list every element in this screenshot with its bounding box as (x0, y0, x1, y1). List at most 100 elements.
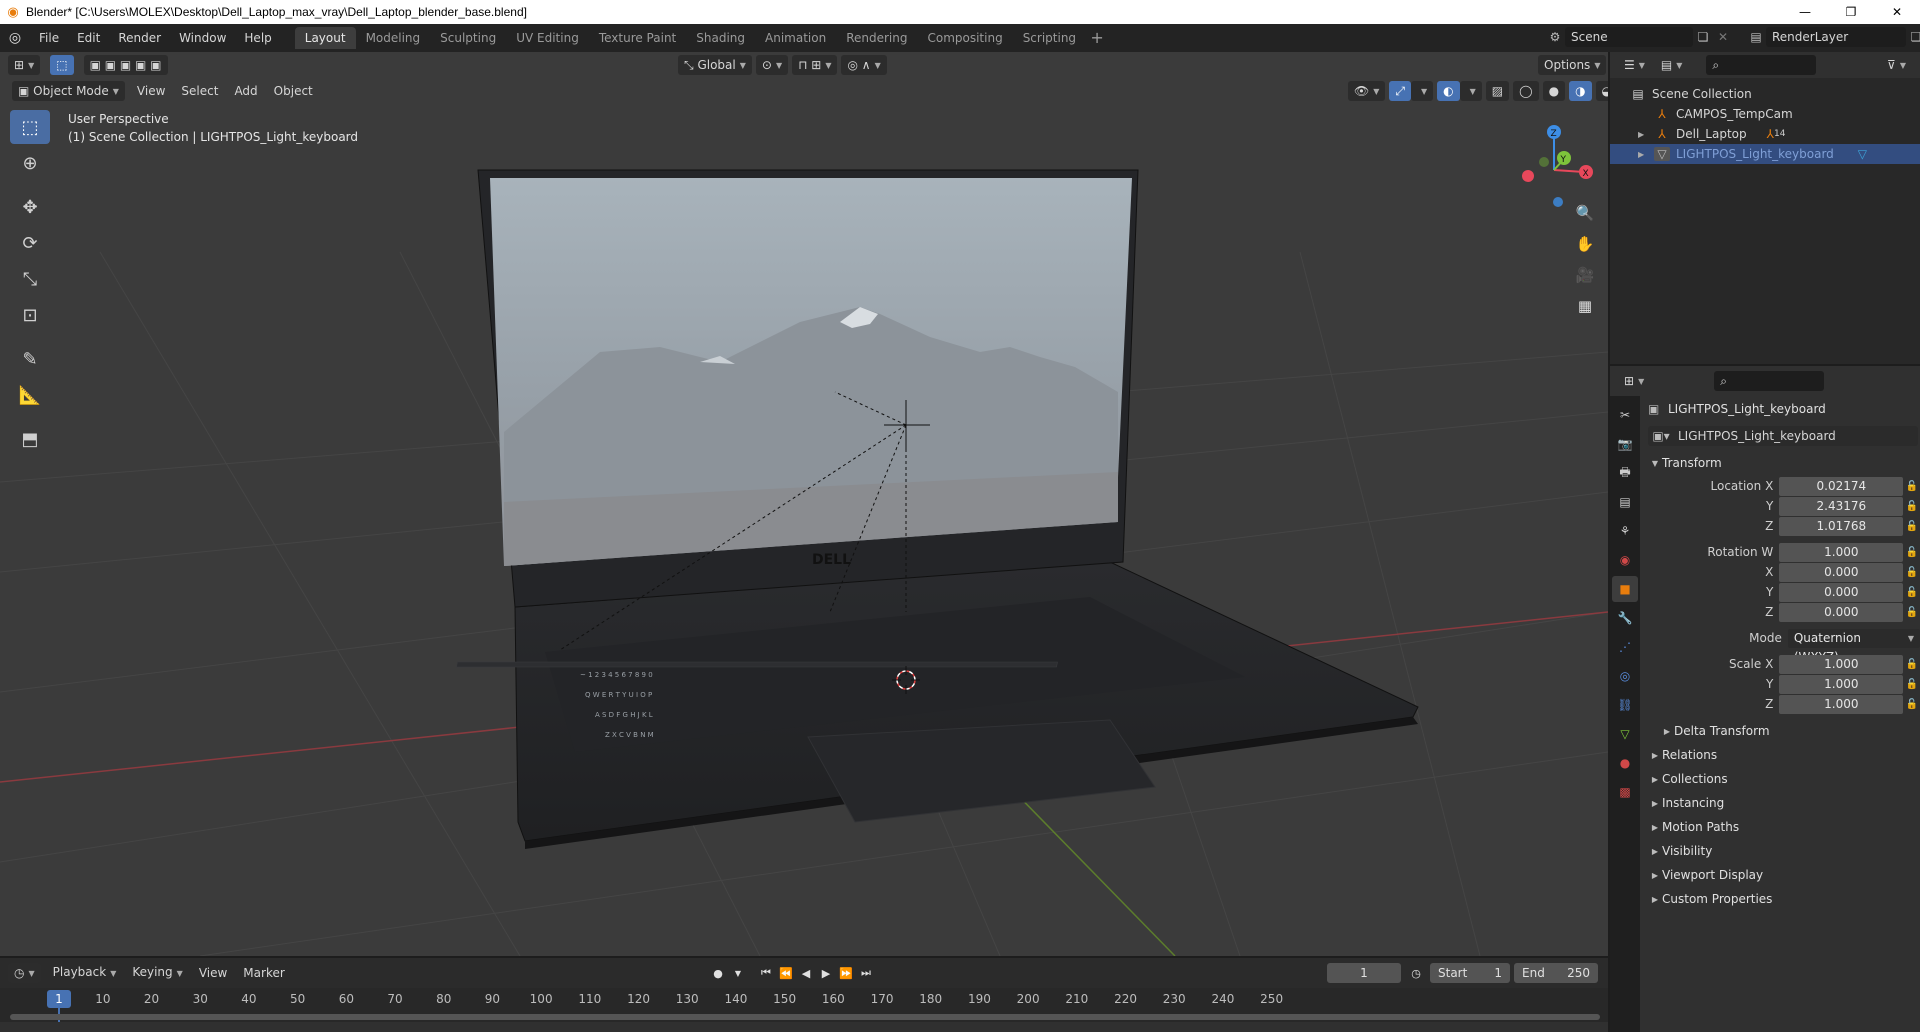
annotate-tool-icon[interactable]: ✎ (10, 342, 50, 376)
timeline-scrollbar[interactable] (10, 1014, 1600, 1020)
proportional-editing-icon[interactable]: ◎ ∧ ▼ (841, 55, 887, 75)
camera-view-icon[interactable]: 🎥 (1572, 262, 1598, 288)
outliner-editor-icon[interactable]: ☰ ▼ (1618, 55, 1651, 75)
filter-icon[interactable]: ⊽ ▼ (1881, 55, 1912, 75)
select-box-icon[interactable]: ⬚ (10, 110, 50, 144)
overlay-toggle-icon[interactable]: ◐ (1437, 81, 1460, 101)
restore-icon[interactable]: ❐ (1828, 0, 1874, 24)
view-layer-icon[interactable]: ▤ (1746, 27, 1766, 47)
relations-panel-header[interactable]: ▶ Relations (1640, 744, 1920, 766)
record-options-icon[interactable]: ▼ (728, 963, 748, 983)
tab-shading[interactable]: Shading (686, 27, 755, 49)
lock-icon[interactable]: 🔓 (1903, 547, 1920, 558)
close-icon[interactable]: ✕ (1874, 0, 1920, 24)
modifier-tab-icon[interactable]: 🔧 (1612, 605, 1638, 631)
collections-panel-header[interactable]: ▶ Collections (1640, 768, 1920, 790)
rotation-z-field[interactable]: 0.000 (1779, 602, 1904, 622)
render-tab-icon[interactable]: 📷 (1612, 431, 1638, 457)
material-shading-icon[interactable]: ◑ (1569, 81, 1592, 101)
lock-icon[interactable]: 🔓 (1903, 567, 1920, 578)
menu-window[interactable]: Window (170, 27, 235, 49)
rendered-shading-icon[interactable]: ◒▼ (1595, 81, 1608, 101)
properties-search-input[interactable]: ⌕ (1714, 371, 1825, 391)
instancing-panel-header[interactable]: ▶ Instancing (1640, 792, 1920, 814)
object-tab-icon[interactable]: ■ (1612, 576, 1638, 602)
rotation-w-field[interactable]: 1.000 (1779, 542, 1904, 562)
rotation-x-field[interactable]: 0.000 (1779, 562, 1904, 582)
tab-scripting[interactable]: Scripting (1013, 27, 1086, 49)
timeline-menu-view[interactable]: View (191, 963, 235, 983)
location-x-field[interactable]: 0.02174 (1779, 476, 1904, 496)
select-mode-icons[interactable]: ▣ ▣ ▣ ▣ ▣ (83, 55, 168, 75)
material-tab-icon[interactable]: ● (1612, 750, 1638, 776)
particles-tab-icon[interactable]: ⋰ (1612, 634, 1638, 660)
lock-icon[interactable]: 🔓 (1903, 587, 1920, 598)
rotate-tool-icon[interactable]: ⟳ (10, 226, 50, 260)
menu-file[interactable]: File (30, 27, 68, 49)
timeline-editor-icon[interactable]: ◷ ▼ (8, 963, 41, 983)
texture-tab-icon[interactable]: ▩ (1612, 779, 1638, 805)
remove-scene-icon[interactable]: ✕ (1713, 27, 1733, 47)
lock-icon[interactable]: 🔓 (1903, 607, 1920, 618)
tab-sculpting[interactable]: Sculpting (430, 27, 506, 49)
pivot-point-icon[interactable]: ⊙ ▼ (755, 55, 789, 75)
solid-shading-icon[interactable]: ● (1542, 81, 1566, 101)
lock-icon[interactable]: 🔓 (1903, 481, 1920, 492)
tool-tab-icon[interactable]: ✂ (1612, 402, 1638, 428)
output-tab-icon[interactable]: 🖶 (1612, 460, 1638, 486)
timeline-menu-keying[interactable]: Keying ▼ (124, 962, 190, 984)
expand-arrow-icon[interactable]: ▶ (1638, 130, 1654, 139)
menu-help[interactable]: Help (235, 27, 280, 49)
tab-animation[interactable]: Animation (755, 27, 836, 49)
mode-dropdown[interactable]: ▣ Object Mode ▼ (12, 81, 125, 101)
visibility-icon[interactable]: 👁 ▼ (1348, 81, 1386, 101)
start-frame-field[interactable]: Start 1 (1430, 963, 1510, 983)
properties-editor[interactable]: ⊞ ▼ ⌕ ✂ 📷 🖶 ▤ ⚘ ◉ ■ 🔧 ⋰ ◎ ⛓ ▽ ● ▩ ▣ LIGHT… (1610, 366, 1920, 1032)
location-y-field[interactable]: 2.43176 (1779, 496, 1904, 516)
tab-layout[interactable]: Layout (294, 27, 356, 49)
gizmo-dropdown-icon[interactable]: ▼ (1411, 81, 1434, 101)
lock-icon[interactable]: 🔓 (1903, 659, 1920, 670)
rotation-y-field[interactable]: 0.000 (1779, 582, 1904, 602)
tab-compositing[interactable]: Compositing (917, 27, 1012, 49)
timeline[interactable]: ◷ ▼ Playback ▼ Keying ▼ View Marker ● ▼ ⏮ ⏪… (0, 958, 1608, 1032)
view-layer-field[interactable]: RenderLayer (1766, 27, 1906, 47)
lock-icon[interactable]: 🔓 (1903, 699, 1920, 710)
overlay-dropdown-icon[interactable]: ▼ (1459, 81, 1482, 101)
viewport-menu-select[interactable]: Select (173, 81, 226, 101)
viewport-menu-view[interactable]: View (129, 81, 173, 101)
current-frame-field[interactable]: 1 (1327, 963, 1401, 983)
xray-icon[interactable]: ▨ (1485, 81, 1510, 101)
timeline-ruler[interactable]: 1 10 20 30 40 50 60 70 80 90 100 110 120 130 140 150 16… (0, 988, 1608, 1022)
custom-properties-panel-header[interactable]: ▶ Custom Properties (1640, 888, 1920, 910)
rotation-mode-dropdown[interactable]: Quaternion (WXYZ) ▼ (1787, 628, 1920, 664)
tab-rendering[interactable]: Rendering (836, 27, 917, 49)
transform-tool-icon[interactable]: ⊡ (10, 298, 50, 332)
motion-paths-panel-header[interactable]: ▶ Motion Paths (1640, 816, 1920, 838)
end-frame-field[interactable]: End 250 (1514, 963, 1598, 983)
outliner-row-lightpos[interactable]: ▶ ▽ LIGHTPOS_Light_keyboard ▽ (1610, 144, 1920, 164)
location-z-field[interactable]: 1.01768 (1779, 516, 1904, 536)
wireframe-shading-icon[interactable]: ◯ (1513, 81, 1539, 101)
tab-modeling[interactable]: Modeling (356, 27, 431, 49)
data-tab-icon[interactable]: ▽ (1612, 721, 1638, 747)
lock-icon[interactable]: 🔓 (1903, 521, 1920, 532)
transform-panel-header[interactable]: ▼ Transform (1640, 452, 1920, 474)
record-icon[interactable]: ● (708, 963, 728, 983)
scale-x-field[interactable]: 1.000 (1779, 654, 1904, 674)
menu-edit[interactable]: Edit (68, 27, 109, 49)
add-cube-tool-icon[interactable]: ⬒ (10, 422, 50, 456)
outliner-row-scene-collection[interactable]: ▤ Scene Collection (1610, 84, 1920, 104)
object-type-dropdown-icon[interactable]: ▣▾ (1648, 429, 1674, 443)
delta-transform-header[interactable]: ▶ Delta Transform (1640, 720, 1920, 742)
outliner[interactable]: ☰ ▼ ▤ ▼ ⌕ ⊽ ▼ ▤ Scene Collection ⅄ CAMPOS_T… (1610, 52, 1920, 364)
playhead[interactable]: 1 (47, 990, 71, 1008)
scene-tab-icon[interactable]: ⚘ (1612, 518, 1638, 544)
jump-end-icon[interactable]: ⏭ (856, 963, 876, 983)
timeline-menu-marker[interactable]: Marker (235, 963, 292, 983)
options-dropdown[interactable]: Options ▼ (1538, 55, 1607, 75)
new-view-layer-icon[interactable]: ❏ (1906, 27, 1920, 47)
prev-keyframe-icon[interactable]: ⏪ (776, 963, 796, 983)
physics-tab-icon[interactable]: ◎ (1612, 663, 1638, 689)
timeline-menu-playback[interactable]: Playback ▼ (45, 962, 125, 984)
